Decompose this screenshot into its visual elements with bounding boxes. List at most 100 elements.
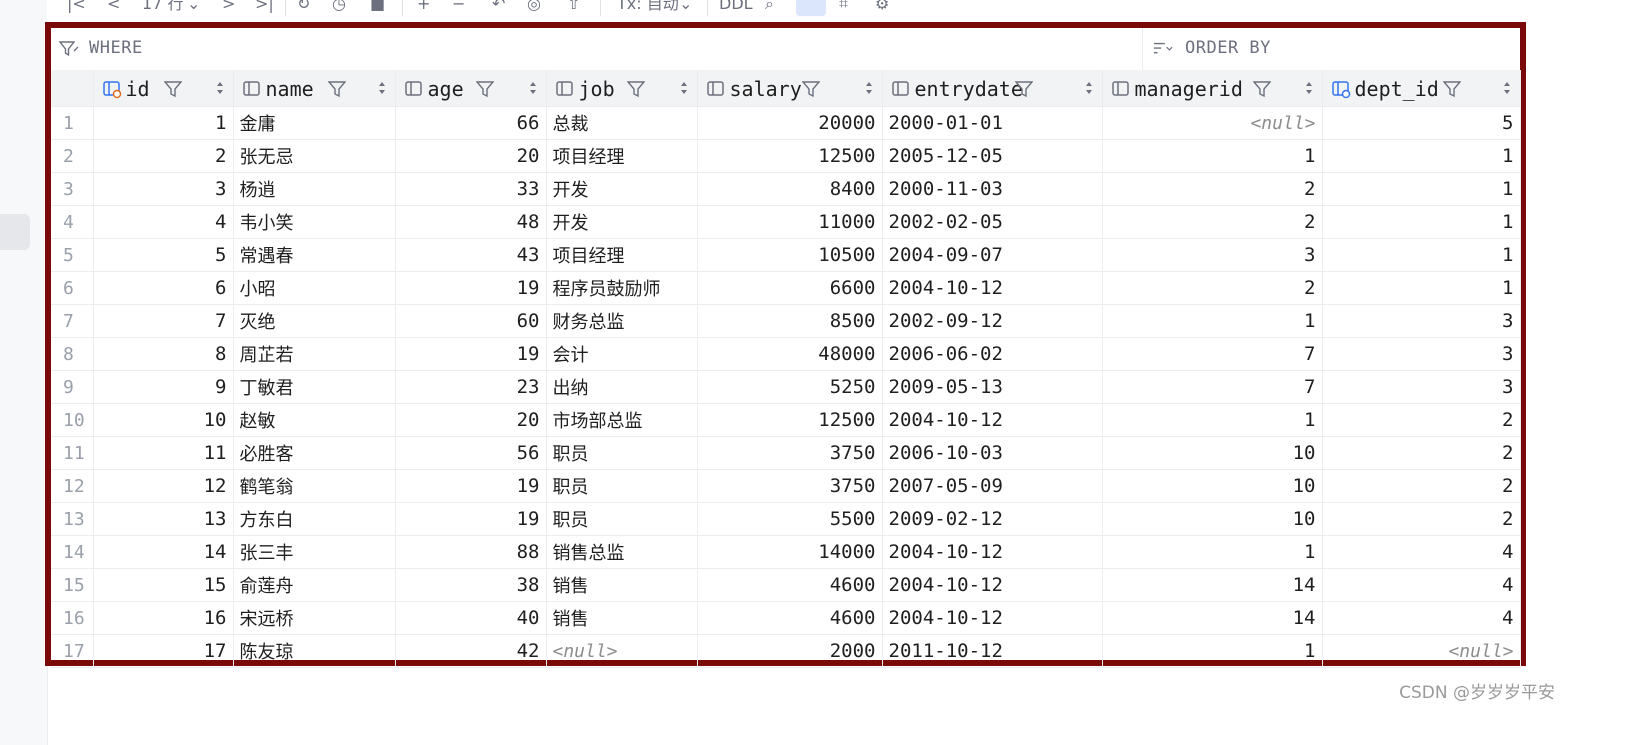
cell-id[interactable]: 4 <box>93 205 234 239</box>
cell-entrydate[interactable]: 2002-02-05 <box>882 205 1103 239</box>
row-number[interactable]: 17 <box>51 634 94 668</box>
cell-entrydate[interactable]: 2004-10-12 <box>882 271 1103 305</box>
column-filter-icon[interactable] <box>1442 80 1461 98</box>
cell-id[interactable]: 16 <box>93 601 234 635</box>
cell-entrydate[interactable]: 2002-09-12 <box>882 304 1103 338</box>
cell-salary[interactable]: 5500 <box>697 502 883 536</box>
cell-entrydate[interactable]: 2004-10-12 <box>882 403 1103 437</box>
cell-name[interactable]: 俞莲舟 <box>233 568 396 602</box>
cell-job[interactable]: 市场部总监 <box>546 403 698 437</box>
column-header-managerid[interactable]: managerid <box>1102 70 1323 107</box>
cell-managerid[interactable]: 7 <box>1102 337 1323 371</box>
cell-managerid[interactable]: 1 <box>1102 535 1323 569</box>
cell-id[interactable]: 15 <box>93 568 234 602</box>
cell-dept-id[interactable]: 1 <box>1322 205 1521 239</box>
cell-name[interactable]: 灭绝 <box>233 304 396 338</box>
preview-changes-icon[interactable]: ◎ <box>527 0 541 14</box>
cell-id[interactable]: 8 <box>93 337 234 371</box>
column-header-name[interactable]: name <box>233 70 396 107</box>
cell-salary[interactable]: 8500 <box>697 304 883 338</box>
sort-arrows-icon[interactable] <box>1304 80 1314 96</box>
row-number[interactable]: 8 <box>51 337 94 371</box>
chevron-down-icon[interactable]: ⌄ <box>679 0 692 14</box>
delete-row-icon[interactable]: − <box>452 0 465 14</box>
column-filter-icon[interactable] <box>801 80 820 98</box>
cell-id[interactable]: 6 <box>93 271 234 305</box>
cell-managerid[interactable]: 3 <box>1102 238 1323 272</box>
column-filter-icon[interactable] <box>475 80 494 98</box>
table-row[interactable]: 11 11 必胜客 56 职员 3750 2006-10-03 10 2 <box>51 436 1521 470</box>
first-page-icon[interactable]: |< <box>67 0 86 14</box>
row-number[interactable]: 1 <box>51 106 94 140</box>
cell-name[interactable]: 丁敏君 <box>233 370 396 404</box>
column-filter-icon[interactable] <box>163 80 182 98</box>
search-icon[interactable]: ⌕ <box>765 0 774 14</box>
cell-salary[interactable]: 14000 <box>697 535 883 569</box>
stop-icon[interactable]: ■ <box>370 0 385 14</box>
cell-age[interactable]: 43 <box>395 238 547 272</box>
cell-dept-id[interactable]: 4 <box>1322 535 1521 569</box>
cell-age[interactable]: 20 <box>395 139 547 173</box>
tx-mode-label[interactable]: Tx: 自动 <box>617 0 679 14</box>
cell-dept-id[interactable]: 1 <box>1322 238 1521 272</box>
row-number[interactable]: 15 <box>51 568 94 602</box>
cell-job[interactable]: 职员 <box>546 436 698 470</box>
cell-age[interactable]: 19 <box>395 337 547 371</box>
cell-dept-id[interactable]: 5 <box>1322 106 1521 140</box>
cell-name[interactable]: 鹤笔翁 <box>233 469 396 503</box>
cell-id[interactable]: 7 <box>93 304 234 338</box>
cell-salary[interactable]: 3750 <box>697 436 883 470</box>
cell-job[interactable]: 项目经理 <box>546 139 698 173</box>
ddl-button[interactable]: DDL <box>719 0 753 14</box>
cell-managerid[interactable]: 2 <box>1102 271 1323 305</box>
row-number[interactable]: 12 <box>51 469 94 503</box>
table-row[interactable]: 5 5 常遇春 43 项目经理 10500 2004-09-07 3 1 <box>51 238 1521 272</box>
table-row[interactable]: 7 7 灭绝 60 财务总监 8500 2002-09-12 1 3 <box>51 304 1521 338</box>
column-header-age[interactable]: age <box>395 70 547 107</box>
cell-age[interactable]: 19 <box>395 469 547 503</box>
cell-id[interactable]: 13 <box>93 502 234 536</box>
cell-salary[interactable]: 48000 <box>697 337 883 371</box>
column-filter-icon[interactable] <box>1014 80 1033 98</box>
cell-managerid[interactable]: 1 <box>1102 139 1323 173</box>
filter-toggle-button[interactable] <box>796 0 826 16</box>
cell-managerid[interactable]: 10 <box>1102 469 1323 503</box>
row-number[interactable]: 13 <box>51 502 94 536</box>
cell-managerid[interactable]: 2 <box>1102 172 1323 206</box>
gutter-tab[interactable] <box>0 214 30 250</box>
row-number[interactable]: 10 <box>51 403 94 437</box>
cell-id[interactable]: 11 <box>93 436 234 470</box>
rows-count-label[interactable]: 17 行 <box>142 0 183 14</box>
row-number[interactable]: 4 <box>51 205 94 239</box>
cell-job[interactable]: 项目经理 <box>546 238 698 272</box>
table-row[interactable]: 12 12 鹤笔翁 19 职员 3750 2007-05-09 10 2 <box>51 469 1521 503</box>
cell-age[interactable]: 60 <box>395 304 547 338</box>
cell-dept-id[interactable]: 2 <box>1322 403 1521 437</box>
cell-name[interactable]: 小昭 <box>233 271 396 305</box>
cell-salary[interactable]: 4600 <box>697 601 883 635</box>
cell-job[interactable]: 销售总监 <box>546 535 698 569</box>
cell-age[interactable]: 40 <box>395 601 547 635</box>
prev-page-icon[interactable]: < <box>107 0 120 14</box>
cell-salary[interactable]: 11000 <box>697 205 883 239</box>
last-page-icon[interactable]: >| <box>255 0 274 14</box>
cell-entrydate[interactable]: 2009-02-12 <box>882 502 1103 536</box>
cell-entrydate[interactable]: 2007-05-09 <box>882 469 1103 503</box>
table-row[interactable]: 17 17 陈友琼 42 <null> 2000 2011-10-12 1 <null> <box>51 634 1521 668</box>
cell-managerid[interactable]: 14 <box>1102 601 1323 635</box>
cell-name[interactable]: 陈友琼 <box>233 634 396 668</box>
cell-id[interactable]: 14 <box>93 535 234 569</box>
cell-entrydate[interactable]: 2000-01-01 <box>882 106 1103 140</box>
cell-job[interactable]: 财务总监 <box>546 304 698 338</box>
table-row[interactable]: 9 9 丁敏君 23 出纳 5250 2009-05-13 7 3 <box>51 370 1521 404</box>
column-header-id[interactable]: id <box>93 70 234 107</box>
chart-icon[interactable]: ⌗ <box>839 0 848 14</box>
cell-name[interactable]: 常遇春 <box>233 238 396 272</box>
cell-age[interactable]: 42 <box>395 634 547 668</box>
submit-icon[interactable]: ⇧ <box>567 0 580 14</box>
sort-arrows-icon[interactable] <box>679 80 689 96</box>
cell-entrydate[interactable]: 2006-10-03 <box>882 436 1103 470</box>
column-filter-icon[interactable] <box>327 80 346 98</box>
cell-name[interactable]: 金庸 <box>233 106 396 140</box>
cell-salary[interactable]: 20000 <box>697 106 883 140</box>
